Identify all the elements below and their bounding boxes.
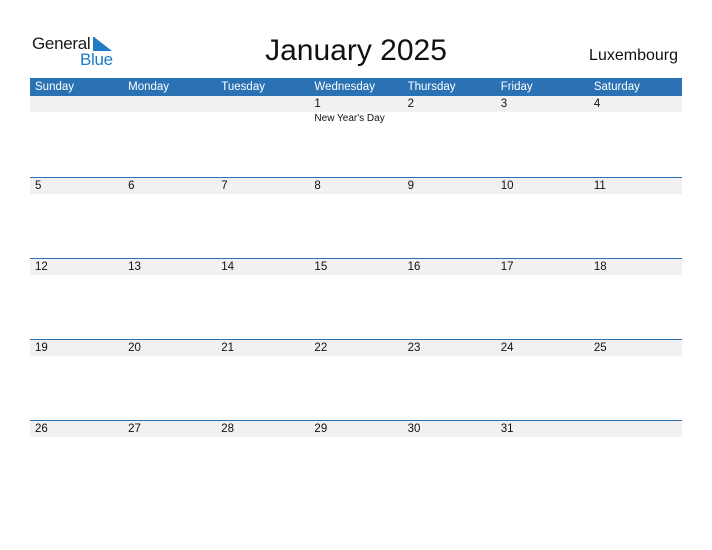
day-number: 5 <box>35 180 42 192</box>
day-number: 28 <box>221 423 235 435</box>
day-cell: 23 <box>403 340 496 356</box>
day-number <box>221 96 309 112</box>
calendar-grid: Sunday Monday Tuesday Wednesday Thursday… <box>30 78 682 501</box>
day-cell: 18 <box>589 259 682 275</box>
day-cell: 30 <box>403 421 496 437</box>
day-number: 24 <box>500 342 514 354</box>
day-number: 29 <box>314 423 328 435</box>
day-number: 6 <box>128 180 135 192</box>
day-cell: 14 <box>216 259 309 275</box>
day-cell: 13 <box>123 259 216 275</box>
day-cell: 22 <box>309 340 402 356</box>
day-cell: 21 <box>216 340 309 356</box>
day-number: 26 <box>35 423 48 435</box>
day-number: 19 <box>35 342 48 354</box>
day-cell: 5 <box>30 178 123 194</box>
day-number: 23 <box>407 342 421 354</box>
day-number: 13 <box>128 261 141 273</box>
day-number: 2 <box>407 98 414 110</box>
day-cell: 9 <box>403 178 496 194</box>
day-number: 9 <box>407 180 414 192</box>
day-number: 31 <box>500 423 514 435</box>
day-cell: 25 <box>589 340 682 356</box>
day-cell: 27 <box>123 421 216 437</box>
day-cell: 1 New Year's Day <box>309 96 402 126</box>
weekday-thursday: Thursday <box>407 81 456 93</box>
week-row: 26 27 28 29 30 31 <box>30 420 682 501</box>
country-label: Luxembourg <box>589 47 678 64</box>
weekday-monday: Monday <box>128 81 170 93</box>
weeks-container: 1 New Year's Day 2 3 4 5 6 7 8 9 10 11 12 13 14 15 16 17 1… <box>30 96 682 501</box>
day-cell: 19 <box>30 340 123 356</box>
day-cell: 4 <box>589 96 682 126</box>
day-number: 12 <box>35 261 48 273</box>
day-cell: 16 <box>403 259 496 275</box>
weekday-friday: Friday <box>500 81 533 93</box>
day-number: 11 <box>593 180 606 192</box>
day-cell: 20 <box>123 340 216 356</box>
week-cells: 5 6 7 8 9 10 11 <box>30 178 682 194</box>
day-cell: 28 <box>216 421 309 437</box>
day-cell <box>216 96 309 126</box>
day-cell <box>123 96 216 126</box>
day-cell: 6 <box>123 178 216 194</box>
day-cell: 8 <box>309 178 402 194</box>
day-number: 17 <box>500 261 514 273</box>
day-cell: 24 <box>496 340 589 356</box>
week-row: 5 6 7 8 9 10 11 <box>30 177 682 258</box>
day-number: 4 <box>593 98 601 110</box>
week-cells: 26 27 28 29 30 31 <box>30 421 682 437</box>
day-cell: 10 <box>496 178 589 194</box>
weekday-sunday: Sunday <box>35 81 75 93</box>
day-cell: 11 <box>589 178 682 194</box>
weekday-header: Sunday Monday Tuesday Wednesday Thursday… <box>30 78 682 96</box>
weekday-tuesday: Tuesday <box>221 81 265 93</box>
day-cell: 2 <box>403 96 496 126</box>
day-cell: 7 <box>216 178 309 194</box>
day-number: 18 <box>593 261 607 273</box>
day-number: 27 <box>128 423 141 435</box>
day-cell: 3 <box>496 96 589 126</box>
day-number <box>594 421 682 437</box>
holiday-label: New Year's Day <box>314 113 385 124</box>
day-cell: 15 <box>309 259 402 275</box>
day-cell: 26 <box>30 421 123 437</box>
weekday-wednesday: Wednesday <box>314 81 375 93</box>
week-row: 19 20 21 22 23 24 25 <box>30 339 682 420</box>
day-number: 8 <box>314 180 321 192</box>
week-row: 1 New Year's Day 2 3 4 <box>30 96 682 177</box>
day-cell <box>30 96 123 126</box>
week-row: 12 13 14 15 16 17 18 <box>30 258 682 339</box>
week-cells: 12 13 14 15 16 17 18 <box>30 259 682 275</box>
day-cell: 31 <box>496 421 589 437</box>
day-number: 25 <box>593 342 607 354</box>
day-cell <box>589 421 682 437</box>
day-cell: 17 <box>496 259 589 275</box>
day-number: 7 <box>221 180 228 192</box>
weekday-saturday: Saturday <box>593 81 640 93</box>
day-number <box>35 96 123 112</box>
day-number: 14 <box>221 261 235 273</box>
day-number: 3 <box>500 98 508 110</box>
day-number: 21 <box>221 342 235 354</box>
day-number: 15 <box>314 261 328 273</box>
day-number: 1 <box>314 98 321 110</box>
day-number: 30 <box>407 423 421 435</box>
week-cells: 1 New Year's Day 2 3 4 <box>30 96 682 126</box>
day-number: 20 <box>128 342 141 354</box>
day-cell: 12 <box>30 259 123 275</box>
day-number: 16 <box>407 261 421 273</box>
day-number: 10 <box>500 180 514 192</box>
day-cell: 29 <box>309 421 402 437</box>
week-cells: 19 20 21 22 23 24 25 <box>30 340 682 356</box>
day-number: 22 <box>314 342 328 354</box>
day-number <box>128 96 216 112</box>
